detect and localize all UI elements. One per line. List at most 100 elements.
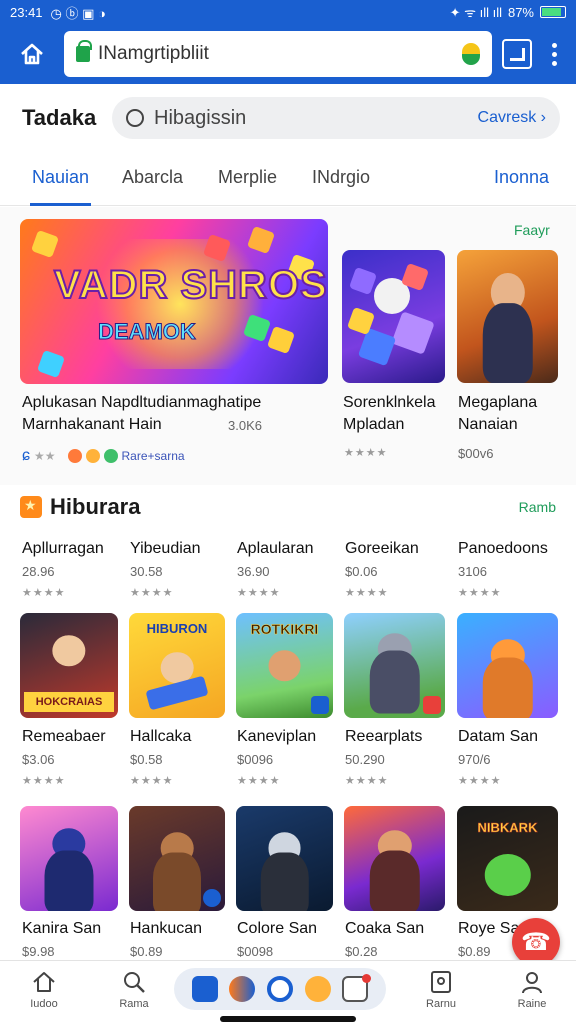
list-item-price: 30.58 [130,564,163,579]
fab-button[interactable]: ☎ [512,918,560,966]
library-icon [431,971,451,993]
game-name[interactable]: Hallcaka [130,728,191,746]
overflow-menu-button[interactable] [542,42,566,66]
rating-stars: ★★★★ [237,587,281,599]
app-sub: Mpladan [343,416,405,433]
game-name[interactable]: Remeabaer [22,728,106,746]
badge-text: Rare+sarna [121,449,185,463]
section-more-link[interactable]: Ramb [519,499,556,515]
game-name[interactable]: Kanira San [22,920,101,938]
section-icon [20,496,42,518]
character-body [482,303,533,383]
list-item-name[interactable]: Goreeikan [345,540,419,558]
status-bar: 23:41 ◷ ⓑ ▣ ◑ ✦ ᯤ ıll ıll 87% [0,0,576,24]
cube-icon [348,266,378,296]
character-body [482,657,533,718]
url-text[interactable]: INamgrtipbliit [98,43,454,65]
nav-home-label: Iudoo [30,998,58,1010]
rating-stars: ★★★★ [344,447,388,459]
app-shortcut-icon[interactable] [191,976,218,1002]
featured-more-link[interactable]: Faayr [514,222,550,238]
app-thumbnail[interactable] [457,250,558,383]
featured-badges: ɕ ★★ Rare+sarna [22,447,185,465]
featured-banner[interactable]: VADR SHROS DEAMOK [20,219,328,384]
nav-library[interactable]: Rarnu [411,969,471,1010]
url-bar[interactable]: INamgrtipbliit [64,31,492,77]
game-thumbnail[interactable] [20,806,118,911]
nav-search[interactable]: Rama [104,969,164,1010]
browser-toolbar: INamgrtipbliit [0,24,576,84]
featured-app-name2: Marnhakanant Hain [22,416,162,433]
game-thumbnail[interactable] [457,613,558,718]
list-item-price: 28.96 [22,564,55,579]
game-thumbnail[interactable]: ROTKIKRI [236,613,333,718]
store-header: Tadaka Hibagissin Cavresk › [0,92,576,144]
browser-shortcut-icon[interactable] [229,976,256,1002]
star-icon: ★★ [34,449,56,463]
game-price: $3.06 [22,752,55,767]
game-thumbnail[interactable] [344,806,445,911]
search-action-link[interactable]: Cavresk › [478,109,546,127]
art-label: NIBKARK [477,820,538,836]
character-head [268,649,301,682]
tab-nauian[interactable]: Nauian [29,150,92,206]
mic-icon[interactable] [462,43,480,65]
rating-stars: ★★★★ [345,775,389,787]
profile-icon [522,972,542,994]
rating-stars: ★★★★ [237,775,281,787]
list-item-name[interactable]: Panoedoons [458,540,548,558]
character-head [484,854,531,897]
game-name[interactable]: Roye Sa [458,920,519,938]
game-name[interactable]: Hankucan [130,920,202,938]
featured-app-name[interactable]: Aplukasan Napdltudianmaghatipe [22,394,261,412]
game-badge-icon [423,696,441,714]
notification-dot [362,974,371,983]
game-name[interactable]: Coaka San [345,920,424,938]
character-body [153,852,201,911]
circle-shortcut-icon[interactable] [266,976,293,1002]
nav-home[interactable]: Iudoo [14,969,74,1010]
tab-inonna[interactable]: Inonna [494,150,549,206]
game-badge-icon [203,889,221,907]
app-name[interactable]: Sorenklnkela [343,394,436,412]
game-thumbnail[interactable]: HIBURON [129,613,225,718]
game-name[interactable]: Colore San [237,920,317,938]
game-name[interactable]: Kaneviplan [237,728,316,746]
game-price: $0096 [237,752,274,767]
game-thumbnail[interactable]: NIBKARK [457,806,558,911]
list-item-name[interactable]: Yibeudian [130,540,201,558]
tab-indrgio[interactable]: INdrgio [312,150,370,206]
game-thumbnail[interactable] [129,806,225,911]
tab-abarcla[interactable]: Abarcla [122,150,183,206]
search-bar[interactable]: Hibagissin Cavresk › [112,97,560,139]
game-thumbnail[interactable]: HOKCRAIAS [20,613,118,718]
game-name[interactable]: Datam San [458,728,538,746]
game-name[interactable]: Reearplats [345,728,422,746]
tabs-button[interactable] [502,39,532,69]
character-head [52,635,86,667]
home-indicator [220,1016,356,1022]
orange-shortcut-icon[interactable] [304,976,331,1002]
game-badge-icon [311,696,329,714]
list-item-name[interactable]: Apllurragan [22,540,104,558]
game-price: $9.98 [22,944,55,959]
list-item-price: 3106 [458,564,487,579]
art-label: HIBURON [146,621,208,636]
app-thumbnail[interactable] [342,250,445,383]
quick-apps-pill [174,968,386,1010]
rating-stars: ★★★★ [345,587,389,599]
game-thumbnail[interactable] [344,613,445,718]
nav-library-label: Rarnu [426,998,456,1010]
art-label: HOKCRAIAS [24,692,114,712]
list-item-name[interactable]: Aplaularan [237,540,314,558]
game-price: $0.89 [130,944,163,959]
game-thumbnail[interactable] [236,806,333,911]
search-action-label: Cavresk [477,109,537,126]
home-button[interactable] [10,32,54,76]
nav-profile[interactable]: Raine [502,969,562,1010]
search-input[interactable]: Hibagissin [154,107,468,130]
game-price: $0.58 [130,752,163,767]
app-name[interactable]: Megaplana [458,394,537,412]
tab-merplie[interactable]: Merplie [218,150,277,206]
badge-icon [85,449,100,463]
